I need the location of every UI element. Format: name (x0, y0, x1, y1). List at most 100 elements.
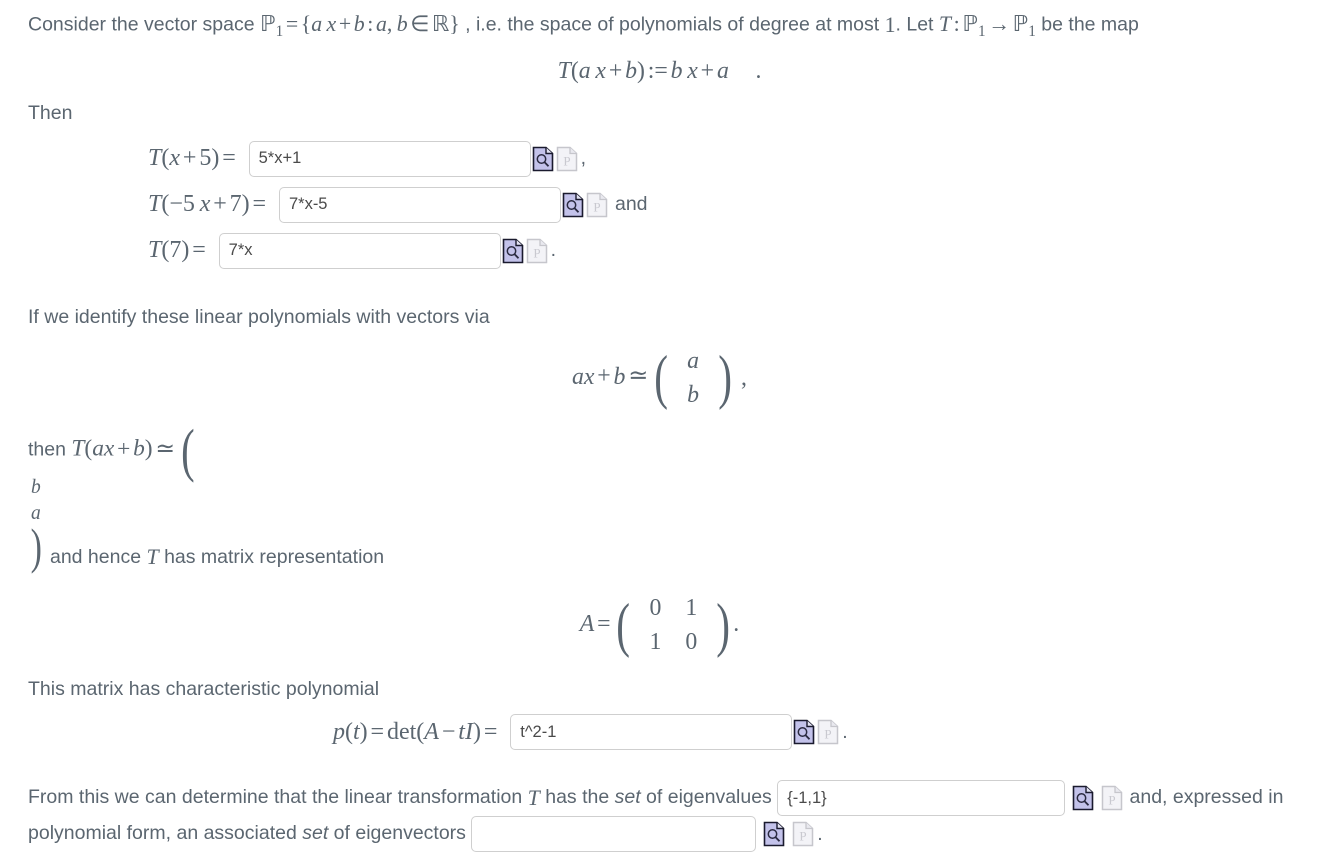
matrix-A-brackets: ( 0 1 1 0 ) (613, 590, 733, 661)
answer-input-characteristic-polynomial[interactable] (510, 714, 793, 751)
def-plus2: + (700, 58, 715, 85)
document-magnifier-icon[interactable] (1072, 785, 1094, 811)
intro-map-colon: : (953, 12, 960, 36)
conclusion-set-word-2: set (302, 822, 329, 845)
intro-comma: , (386, 12, 393, 36)
cp-det: det (386, 718, 417, 745)
document-magnifier-icon[interactable] (763, 821, 785, 847)
document-magnifier-icon[interactable] (532, 146, 554, 172)
document-p-icon: P (792, 821, 814, 847)
blackboard-P: ℙ (259, 12, 276, 36)
intro-text-c: be the map (1041, 13, 1139, 36)
intro-a: a (311, 12, 323, 36)
def-bx-x: x (687, 58, 698, 85)
cp-A: A (424, 718, 439, 745)
document-magnifier-icon[interactable] (793, 719, 815, 745)
worksheet-page: Consider the vector space ℙ1 = {a x + b: a, b… (0, 0, 1319, 852)
row2-tail: and (614, 193, 648, 216)
row2-label: T(−5 x +7) = (148, 191, 267, 218)
then-word: then (28, 438, 66, 461)
answer-input-T-x-plus-5[interactable] (248, 140, 531, 177)
cp-minus: − (441, 718, 456, 745)
tm-a: a (92, 436, 104, 463)
def-x: x (595, 58, 606, 85)
intro-plus: + (338, 12, 352, 36)
charpoly-row: p(t)=det(A−tI)= P . (28, 714, 1291, 751)
cp-t: t (353, 718, 360, 745)
then-T2: T (146, 545, 159, 570)
vector-entry-top: a (687, 347, 699, 374)
charpoly-intro: This matrix has characteristic polynomia… (28, 677, 380, 700)
svg-text:P: P (593, 199, 600, 214)
matrix-A-display: A =( 0 1 1 0 ). (28, 590, 1291, 661)
intro-b2: b (396, 12, 408, 36)
document-p-icon: P (817, 719, 839, 745)
ident-trailing-comma: , (741, 364, 747, 391)
answer-input-eigenvalues[interactable] (777, 780, 1066, 817)
left-paren: ( (180, 417, 195, 484)
matrix-cell-0-0: 0 (649, 594, 662, 621)
cp-I: I (464, 718, 473, 745)
intro-x: x (326, 12, 337, 36)
identify-text: If we identify these linear polynomials … (28, 305, 490, 328)
conclusion-text-a: From this we can determine that the line… (28, 786, 523, 809)
cp-rp: ) (359, 718, 368, 745)
conclusion-text-b: has the (545, 786, 610, 809)
identification-formula: ax + b ≃( a b ) (572, 343, 735, 414)
row3-label: T(7) = (148, 237, 206, 264)
document-magnifier-icon[interactable] (562, 192, 584, 218)
answer-row-3: T(7)= P . (28, 232, 1291, 269)
matrix-A-equals: = (597, 610, 611, 637)
cp-p: p (333, 718, 345, 745)
conclusion-text-c: of eigenvalues (646, 786, 772, 809)
charpoly-label: p(t) = det(A − tI) = (333, 719, 500, 746)
then-mid-text: and hence (49, 546, 142, 569)
intro-text-a: Consider the vector space (28, 13, 255, 36)
intro-map-sub1: 1 (977, 22, 986, 40)
right-paren: ) (718, 344, 732, 412)
conclusion-set-word-1: set (614, 786, 641, 809)
blackboard-P-codomain: ℙ (1012, 12, 1028, 36)
document-p-icon: P (556, 146, 578, 172)
right-paren: ) (716, 591, 731, 659)
tm-plus: + (117, 436, 131, 463)
intro-space-definition: ℙ1 = {a x + b: a, b ∈ ℝ} (260, 8, 460, 43)
matrix-row: 0 1 (638, 592, 708, 624)
ident-simeq: ≃ (628, 363, 649, 390)
svg-text:P: P (533, 245, 540, 260)
matrix-A-name: A (579, 610, 595, 637)
tm-simeq: ≃ (155, 436, 175, 463)
def-assign: := (647, 58, 668, 85)
cp-t2: t (458, 718, 465, 745)
tm-b: b (133, 436, 145, 463)
column-vector-ba: ( (178, 417, 203, 484)
definition-display: T(a x + b):= b x + a . (28, 57, 1291, 85)
row1-label: T(x +5) = (148, 145, 236, 172)
vector-entry-top: b (31, 477, 41, 499)
vector-entry-bottom: b (687, 382, 699, 409)
ident-plus: + (597, 363, 611, 390)
answer-row-2: T(−5 x+7)= P and (28, 186, 1291, 223)
blackboard-R: ℝ (431, 12, 450, 36)
vector-body: a b (674, 343, 712, 414)
def-plus: + (608, 58, 623, 85)
intro-degree: 1 (884, 12, 896, 37)
intro-b: b (353, 12, 365, 36)
svg-text:P: P (563, 153, 570, 168)
document-magnifier-icon[interactable] (502, 238, 524, 264)
cp-eq1: = (370, 718, 385, 745)
answer-input-eigenvectors[interactable] (471, 816, 757, 852)
answer-input-T-7[interactable] (218, 232, 501, 269)
matrix-A-body: 0 1 1 0 (636, 590, 710, 661)
blackboard-P-domain: ℙ (962, 12, 978, 36)
row3-tail: . (550, 239, 557, 262)
matrix-cell-1-0: 1 (649, 629, 662, 656)
document-p-icon: P (1101, 785, 1123, 811)
svg-text:P: P (800, 829, 807, 844)
intro-map-sub2: 1 (1028, 22, 1036, 40)
answer-input-T-minus5x-plus-7[interactable] (278, 186, 561, 223)
column-vector-ab: ( a b ) (651, 343, 735, 414)
matrix-A-formula: A =( 0 1 1 0 ). (580, 590, 739, 661)
intro-text-b: , i.e. the space of polynomials of degre… (465, 13, 880, 36)
def-T: T (557, 58, 571, 85)
